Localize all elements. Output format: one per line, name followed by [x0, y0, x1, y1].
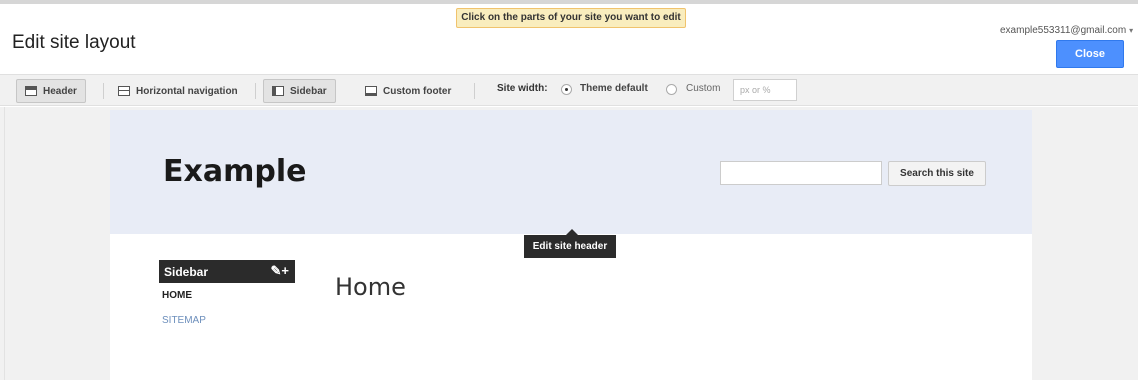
horizontal-nav-toggle-label: Horizontal navigation	[136, 85, 238, 97]
plus-icon[interactable]: +	[281, 263, 289, 278]
page-title: Edit site layout	[12, 32, 136, 53]
account-email: example553311@gmail.com	[1000, 25, 1127, 36]
sidebar-toggle-label: Sidebar	[290, 85, 327, 97]
toolbar-divider	[103, 83, 104, 99]
sidebar-item-home[interactable]: HOME	[162, 290, 192, 301]
sidebar-layout-icon	[272, 86, 284, 96]
footer-layout-icon	[365, 86, 377, 96]
site-search-input[interactable]	[720, 161, 882, 185]
custom-width-input[interactable]	[733, 79, 797, 101]
chevron-down-icon: ▾	[1129, 26, 1134, 35]
toolbar-divider	[255, 83, 256, 99]
custom-footer-toggle-label: Custom footer	[383, 85, 452, 97]
pencil-icon[interactable]: ✎	[271, 263, 282, 278]
theme-default-radio[interactable]	[561, 84, 572, 95]
top-rule	[0, 0, 1138, 4]
sidebar-item-sitemap[interactable]: SITEMAP	[162, 315, 206, 326]
custom-width-radio[interactable]	[666, 84, 677, 95]
custom-width-label: Custom	[686, 83, 721, 94]
header-toggle[interactable]: Header	[16, 79, 86, 103]
toolbar-divider	[474, 83, 475, 99]
site-title: Example	[163, 154, 307, 189]
edit-tip-bar: Click on the parts of your site you want…	[456, 8, 686, 28]
sidebar-header[interactable]: Sidebar ✎+	[159, 260, 295, 283]
close-button[interactable]: Close	[1056, 40, 1124, 68]
header-layout-icon	[25, 86, 37, 96]
account-menu[interactable]: example553311@gmail.com ▾	[1000, 25, 1133, 36]
page-heading: Home	[335, 273, 406, 301]
horizontal-nav-layout-icon	[118, 86, 130, 96]
custom-footer-toggle[interactable]: Custom footer	[357, 79, 459, 103]
sidebar-toggle[interactable]: Sidebar	[263, 79, 336, 103]
search-site-button[interactable]: Search this site	[888, 161, 986, 186]
edit-header-tooltip: Edit site header	[524, 235, 616, 258]
site-width-label: Site width:	[497, 83, 548, 94]
header-toggle-label: Header	[43, 85, 77, 97]
theme-default-label: Theme default	[580, 83, 648, 94]
horizontal-nav-toggle[interactable]: Horizontal navigation	[110, 79, 246, 103]
sidebar-title: Sidebar	[164, 264, 209, 279]
canvas-edge	[4, 107, 5, 380]
